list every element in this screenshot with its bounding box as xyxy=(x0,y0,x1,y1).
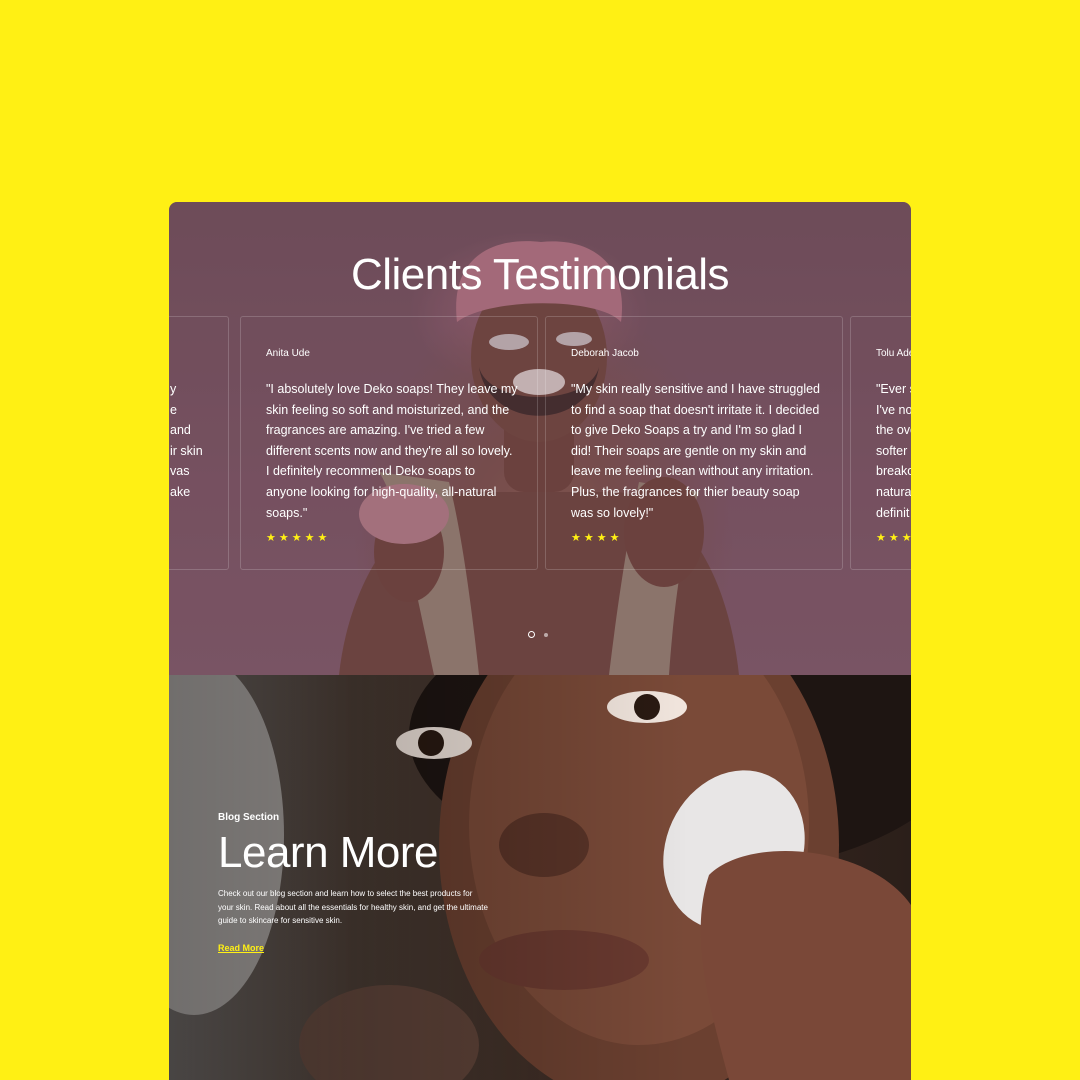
blog-kicker: Blog Section xyxy=(218,812,280,823)
testimonial-card: Anita Ude "I absolutely love Deko soaps!… xyxy=(240,316,538,570)
carousel-dot[interactable] xyxy=(544,632,548,637)
testimonial-quote: "I absolutely love Deko soaps! They leav… xyxy=(266,382,518,520)
testimonial-quote: "Ever s I've no the ove softer breako na… xyxy=(876,382,911,520)
testimonial-card-partial-right: Tolu Ade "Ever s I've no the ove softer … xyxy=(850,316,911,570)
testimonial-author: Deborah Jacob xyxy=(571,348,639,359)
testimonial-quote: y e and ir skin vas ake xyxy=(170,382,203,499)
star-rating: ★★★★★ xyxy=(266,532,331,544)
testimonial-author: Anita Ude xyxy=(266,348,310,359)
read-more-link[interactable]: Read More xyxy=(218,943,264,953)
blog-section: Blog Section Learn More Check out our bl… xyxy=(169,675,911,1080)
testimonial-quote: "My skin really sensitive and I have str… xyxy=(571,382,820,520)
testimonial-card: Deborah Jacob "My skin really sensitive … xyxy=(545,316,843,570)
blog-description: Check out our blog section and learn how… xyxy=(218,889,488,925)
star-rating: ★★★ xyxy=(876,532,911,544)
carousel-dot-active[interactable] xyxy=(528,631,535,638)
testimonial-card-partial-left: y e and ir skin vas ake xyxy=(169,316,229,570)
testimonials-section: Clients Testimonials y e and ir skin vas… xyxy=(169,202,911,675)
star-rating: ★★★★ xyxy=(571,532,623,544)
blog-title: Learn More xyxy=(218,828,439,877)
website-preview: Clients Testimonials y e and ir skin vas… xyxy=(169,202,911,1080)
section-title: Clients Testimonials xyxy=(350,250,730,299)
testimonial-author: Tolu Ade xyxy=(876,348,911,359)
carousel-pagination xyxy=(528,631,548,638)
